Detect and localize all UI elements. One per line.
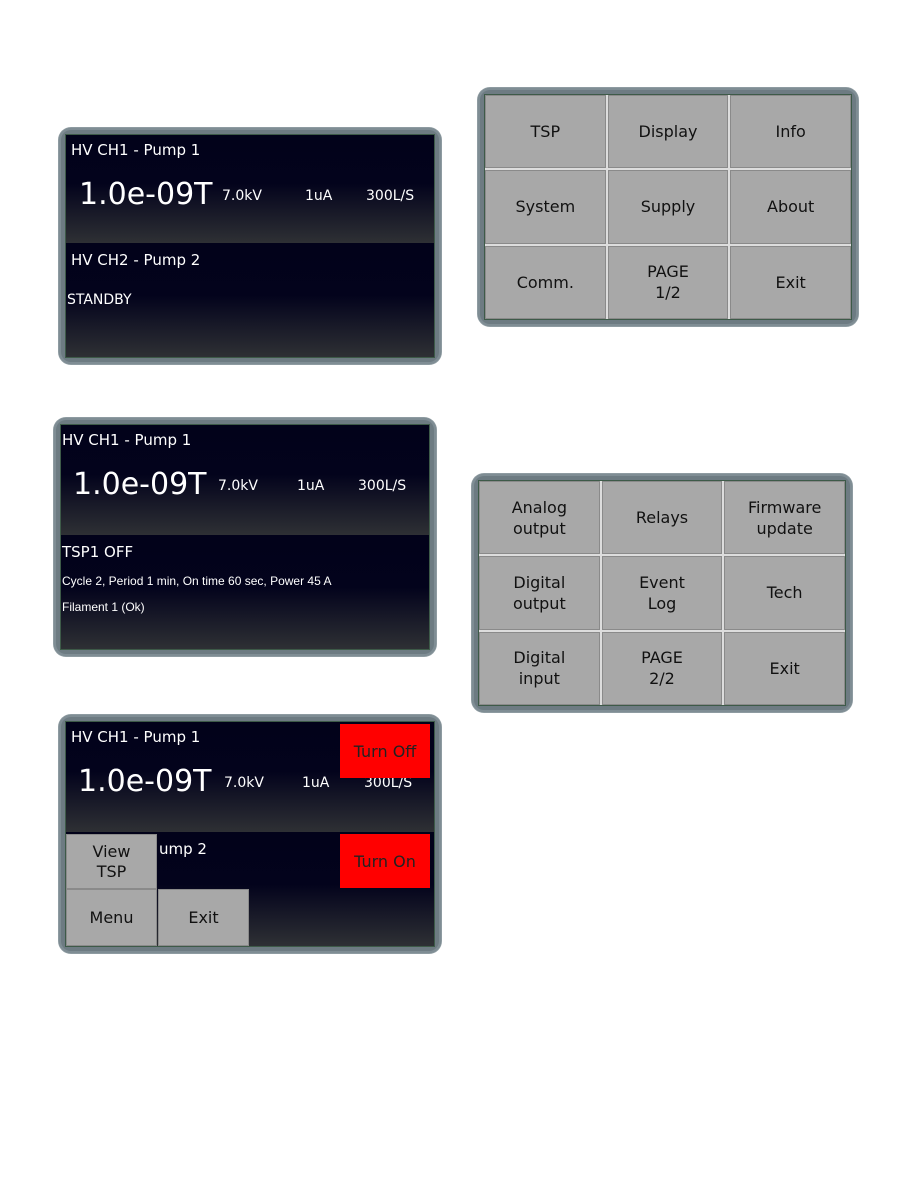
menu-info-button[interactable]: Info (730, 95, 851, 169)
menu-firmware-update-button[interactable]: Firmware update (724, 481, 845, 555)
ch2-title-partial: ump 2 (159, 840, 207, 858)
view-tsp-button[interactable]: View TSP (66, 834, 157, 889)
ch1-panel[interactable]: HV CH1 - Pump 1 1.0e-09T 7.0kV 1uA 300L/… (61, 425, 429, 535)
menu1-grid: TSP Display Info System Supply About Com… (484, 94, 852, 320)
turn-on-button[interactable]: Turn On (340, 834, 430, 888)
ch1-voltage: 7.0kV (224, 775, 264, 791)
screen1-display: HV CH1 - Pump 1 1.0e-09T 7.0kV 1uA 300L/… (65, 134, 435, 358)
tsp-filament: Filament 1 (Ok) (62, 600, 145, 614)
menu1-bezel: TSP Display Info System Supply About Com… (478, 88, 858, 326)
menu2-bezel: Analog output Relays Firmware update Dig… (472, 474, 852, 712)
ch1-current: 1uA (305, 188, 333, 204)
ch1-title: HV CH1 - Pump 1 (62, 431, 192, 449)
menu-exit-button[interactable]: Exit (730, 245, 851, 319)
menu-display-button[interactable]: Display (607, 95, 729, 169)
menu-tech-button[interactable]: Tech (724, 556, 845, 630)
ch1-pressure: 1.0e-09T (79, 177, 213, 212)
menu-about-button[interactable]: About (730, 170, 851, 244)
menu-analog-output-button[interactable]: Analog output (479, 481, 600, 555)
tsp-panel[interactable]: TSP1 OFF Cycle 2, Period 1 min, On time … (61, 537, 429, 649)
ch1-pressure: 1.0e-09T (73, 467, 207, 502)
screen2-bezel: HV CH1 - Pump 1 1.0e-09T 7.0kV 1uA 300L/… (54, 418, 436, 656)
menu-supply-button[interactable]: Supply (607, 170, 729, 244)
ch1-current: 1uA (297, 478, 325, 494)
menu-event-log-button[interactable]: Event Log (601, 556, 723, 630)
ch1-title: HV CH1 - Pump 1 (71, 141, 201, 159)
screen3-display: HV CH1 - Pump 1 1.0e-09T 7.0kV 1uA 300L/… (65, 721, 435, 947)
menu-relays-button[interactable]: Relays (601, 481, 723, 555)
ch1-title: HV CH1 - Pump 1 (71, 728, 201, 746)
menu-tsp-button[interactable]: TSP (485, 95, 606, 169)
menu-page-button[interactable]: PAGE 1/2 (607, 245, 729, 319)
menu-digital-output-button[interactable]: Digital output (479, 556, 600, 630)
screen1-bezel: HV CH1 - Pump 1 1.0e-09T 7.0kV 1uA 300L/… (59, 128, 441, 364)
tsp-title: TSP1 OFF (62, 543, 134, 561)
ch1-pressure: 1.0e-09T (78, 764, 212, 799)
screen3-bezel: HV CH1 - Pump 1 1.0e-09T 7.0kV 1uA 300L/… (59, 715, 441, 953)
ch1-voltage: 7.0kV (218, 478, 258, 494)
ch2-status: STANDBY (67, 292, 132, 308)
ch1-current: 1uA (302, 775, 330, 791)
exit-button[interactable]: Exit (158, 889, 249, 946)
turn-off-button[interactable]: Turn Off (340, 724, 430, 778)
ch2-panel[interactable]: HV CH2 - Pump 2 STANDBY (66, 245, 434, 357)
menu-exit-button[interactable]: Exit (724, 631, 845, 705)
menu-page-button[interactable]: PAGE 2/2 (601, 631, 723, 705)
menu-button[interactable]: Menu (66, 889, 157, 946)
menu-digital-input-button[interactable]: Digital input (479, 631, 600, 705)
menu-comm-button[interactable]: Comm. (485, 245, 606, 319)
ch2-title: HV CH2 - Pump 2 (71, 251, 201, 269)
ch1-speed: 300L/S (366, 188, 415, 204)
menu-system-button[interactable]: System (485, 170, 606, 244)
ch1-voltage: 7.0kV (222, 188, 262, 204)
screen2-display: HV CH1 - Pump 1 1.0e-09T 7.0kV 1uA 300L/… (60, 424, 430, 650)
ch1-panel[interactable]: HV CH1 - Pump 1 1.0e-09T 7.0kV 1uA 300L/… (66, 135, 434, 243)
menu2-grid: Analog output Relays Firmware update Dig… (478, 480, 846, 706)
tsp-details: Cycle 2, Period 1 min, On time 60 sec, P… (62, 574, 332, 588)
ch1-speed: 300L/S (358, 478, 407, 494)
